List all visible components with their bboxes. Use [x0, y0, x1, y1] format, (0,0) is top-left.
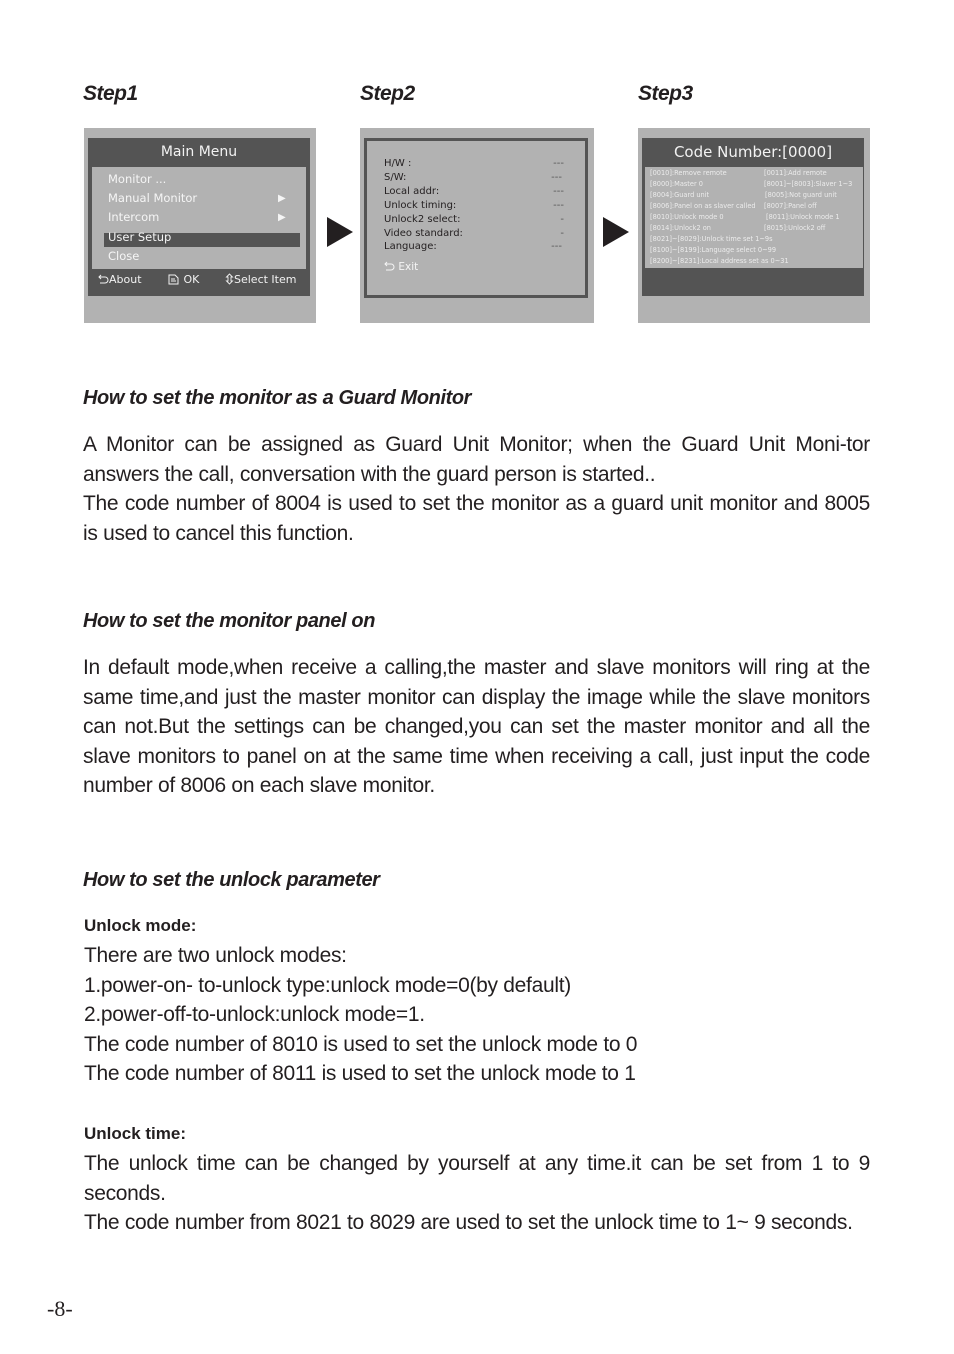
step3-screen: Code Number:[0000] [0010]:Remove remote[… [638, 128, 870, 323]
page-number: -8- [47, 1296, 73, 1321]
code-list: [0010]:Remove remote [0011]:Add remote [8… [645, 167, 863, 268]
step1-screen: Main Menu Monitor ... Manual Monitor ▶ I… [84, 128, 316, 323]
unlock-heading: How to set the unlock parameter [83, 869, 380, 891]
menu-item-manual-monitor[interactable]: Manual Monitor [108, 191, 197, 205]
code-row: [8006]:Panel on as slaver called [8007]:P… [650, 202, 817, 210]
unlock-mode-line: 1.power-on- to-unlock type:unlock mode=0… [84, 973, 571, 997]
code-row: [8021]~[8029]:Unlock time set 1~9s [650, 235, 773, 243]
next-arrow-icon [327, 217, 353, 247]
return-arrow-icon [384, 261, 395, 271]
return-arrow-icon [98, 274, 109, 284]
info-frame: H/W : --- S/W: --- Local addr: --- Unloc… [364, 138, 588, 298]
info-row-unlock-timing: Unlock timing: --- [384, 200, 564, 211]
next-arrow-icon [603, 217, 629, 247]
unlock-time-text: The unlock time can be changed by yourse… [84, 1149, 870, 1238]
code-row: [8200]~[8231]:Local address set as 0~31 [650, 257, 789, 265]
unlock-time-title: Unlock time: [84, 1124, 187, 1143]
guard-monitor-heading: How to set the monitor as a Guard Monito… [83, 387, 472, 409]
ok-hint: OK [168, 273, 199, 286]
unlock-mode-text: There are two unlock modes: 1.power-on- … [84, 941, 871, 1089]
unlock-time-paragraph-2: The code number from 8021 to 8029 are us… [84, 1211, 853, 1235]
info-row-hw: H/W : --- [384, 158, 564, 169]
info-row-local-addr: Local addr: --- [384, 186, 564, 197]
submenu-arrow-icon: ▶ [278, 212, 286, 223]
step1-label: Step1 [83, 82, 138, 105]
panel-on-heading: How to set the monitor panel on [83, 610, 376, 632]
guard-paragraph-2: The code number of 8004 is used to set t… [83, 492, 870, 545]
main-menu-title: Main Menu [160, 144, 238, 160]
main-menu-frame: Main Menu Monitor ... Manual Monitor ▶ I… [88, 138, 310, 296]
guard-paragraph-1: A Monitor can be assigned as Guard Unit … [83, 433, 870, 486]
menu-item-user-setup[interactable]: User Setup [108, 230, 171, 244]
guard-monitor-text: A Monitor can be assigned as Guard Unit … [83, 430, 870, 548]
unlock-time-paragraph-1: The unlock time can be changed by yourse… [84, 1152, 870, 1205]
exit-button[interactable]: Exit [384, 261, 418, 273]
about-hint: About [98, 273, 142, 286]
unlock-mode-line: There are two unlock modes: [84, 944, 347, 967]
info-row-video-standard: Video standard: - [384, 228, 564, 239]
up-down-arrow-icon [225, 273, 234, 285]
code-row: [8100]~[8199]:Language select 0~99 [650, 246, 777, 254]
code-number-frame: Code Number:[0000] [0010]:Remove remote[… [642, 138, 864, 296]
unlock-mode-line: 2.power-off-to-unlock:unlock mode=1. [84, 1003, 425, 1027]
info-row-language: Language: --- [384, 241, 562, 252]
unlock-mode-title: Unlock mode: [84, 916, 197, 935]
main-menu-list: Monitor ... Manual Monitor ▶ Intercom ▶ … [92, 167, 306, 269]
panel-paragraph: In default mode,when receive a calling,t… [83, 656, 870, 798]
unlock-mode-line: The code number of 8011 is used to set t… [84, 1062, 636, 1086]
document-icon [168, 274, 179, 285]
code-row: [0010]:Remove remote [0011]:Add remote [650, 169, 827, 177]
main-menu-footer: About OK Select Item [88, 273, 310, 291]
step2-screen: H/W : --- S/W: --- Local addr: --- Unloc… [360, 128, 594, 323]
panel-on-text: In default mode,when receive a calling,t… [83, 653, 870, 801]
menu-item-intercom[interactable]: Intercom [108, 210, 159, 224]
code-row: [8010]:Unlock mode 0 [8011]:Unlock mode 1 [650, 213, 840, 221]
code-row: [8014]:Unlock2 on [8015]:Unlock2 off [650, 224, 826, 232]
unlock-mode-line: The code number of 8010 is used to set t… [84, 1032, 638, 1056]
info-row-unlock2-select: Unlock2 select: - [384, 214, 564, 225]
select-item-hint: Select Item [225, 273, 296, 286]
menu-item-close[interactable]: Close [108, 249, 139, 263]
step3-label: Step3 [638, 82, 693, 105]
info-row-sw: S/W: --- [384, 172, 562, 183]
submenu-arrow-icon: ▶ [278, 193, 286, 204]
code-row: [8000]:Master 0 [8001]~[8003]:Slaver 1~3 [650, 180, 853, 188]
step2-label: Step2 [360, 82, 415, 105]
menu-item-monitor[interactable]: Monitor ... [108, 172, 166, 186]
code-row: [8004]:Guard unit [8005]:Not guard unit [650, 191, 837, 199]
code-number-title: Code Number:[0000] [673, 143, 833, 161]
